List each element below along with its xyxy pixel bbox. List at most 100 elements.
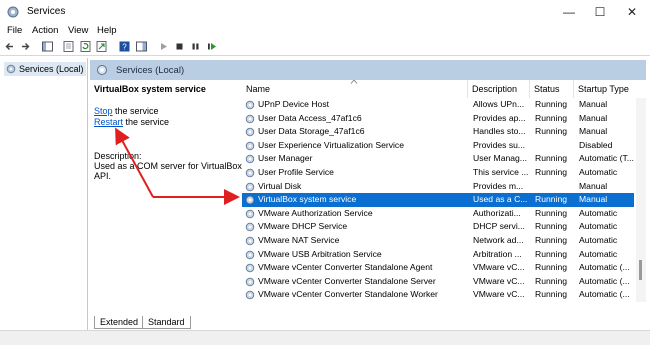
cell-startup: Manual — [579, 112, 608, 123]
cell-startup: Manual — [579, 194, 608, 205]
menu-action[interactable]: Action — [32, 25, 58, 36]
services-app-icon — [7, 6, 19, 18]
gear-icon — [245, 195, 255, 205]
tree-item-services-local[interactable]: Services (Local) — [4, 62, 86, 76]
column-header-status[interactable]: Status — [530, 80, 574, 98]
stop-service-link[interactable]: Stop — [94, 106, 113, 116]
description-text-line1: Used as a COM server for VirtualBox — [94, 161, 242, 171]
cell-status — [535, 180, 573, 194]
back-icon[interactable] — [4, 41, 15, 52]
cell-startup: Automatic — [579, 248, 618, 259]
selected-service-name: VirtualBox system service — [94, 84, 206, 94]
menu-view[interactable]: View — [68, 25, 88, 36]
table-row[interactable]: User Experience Virtualization Service Pr… — [242, 139, 634, 153]
tab-standard[interactable]: Standard — [142, 316, 191, 329]
cell-status: Running — [535, 167, 568, 177]
status-bar — [0, 330, 650, 345]
action-pane-icon[interactable] — [136, 41, 147, 52]
cell-description: Allows UPn... — [473, 99, 525, 109]
menu-file[interactable]: File — [7, 25, 22, 36]
cell-status: Running — [535, 153, 568, 164]
services-list: Name Description Status Startup Type UPn… — [242, 80, 646, 302]
cell-status: Running — [535, 207, 568, 218]
services-panel: Services (Local) VirtualBox system servi… — [90, 58, 646, 328]
console-tree: Services (Local) — [0, 58, 88, 345]
pause-service-icon[interactable] — [190, 41, 201, 52]
gear-icon — [6, 64, 16, 74]
cell-name: User Profile Service — [258, 167, 334, 177]
title-bar: Services — ☐ ✕ — [0, 0, 650, 24]
svg-text:?: ? — [122, 43, 127, 52]
table-row[interactable]: UPnP Device Host Allows UPn... Running Manu… — [242, 98, 634, 112]
window-title: Services — [27, 6, 66, 17]
close-button[interactable]: ✕ — [618, 2, 646, 22]
table-row[interactable]: VMware USB Arbitration Service Arbitratio… — [242, 248, 634, 262]
cell-status: Running — [535, 262, 568, 273]
table-row[interactable]: User Manager User Manag... Running Automati… — [242, 152, 634, 166]
properties-sheet-icon[interactable] — [63, 41, 74, 52]
cell-name: VMware Authorization Service — [258, 207, 373, 218]
table-row[interactable]: User Data Access_47af1c6 Provides ap... Ru… — [242, 112, 634, 126]
start-service-icon[interactable] — [158, 41, 169, 52]
table-row[interactable]: VMware DHCP Service DHCP servi... Running A… — [242, 220, 634, 234]
tree-item-label: Services (Local) — [19, 64, 84, 74]
column-header-name[interactable]: Name — [242, 80, 468, 98]
table-row[interactable]: User Data Storage_47af1c6 Handles sto... R… — [242, 125, 634, 139]
cell-startup: Automatic (... — [579, 262, 630, 273]
cell-description: Provides su... — [473, 139, 526, 150]
gear-icon — [245, 141, 255, 151]
export-list-icon[interactable] — [96, 41, 107, 52]
refresh-icon[interactable] — [80, 41, 91, 52]
console-tree-icon[interactable] — [42, 41, 53, 52]
column-header-startup-type[interactable]: Startup Type — [574, 80, 636, 98]
minimize-button[interactable]: — — [555, 2, 583, 22]
vertical-scrollbar[interactable] — [636, 98, 646, 302]
tab-extended[interactable]: Extended — [94, 316, 145, 329]
cell-startup: Automatic (T... — [579, 153, 634, 164]
cell-startup: Automatic — [579, 167, 618, 177]
cell-startup: Manual — [579, 180, 608, 191]
table-row[interactable]: User Profile Service This service ... Runn… — [242, 166, 634, 180]
view-tabs: Extended Standard — [90, 316, 650, 330]
gear-icon — [245, 182, 255, 191]
gear-icon — [245, 236, 255, 246]
help-icon[interactable]: ? — [119, 41, 130, 52]
cell-description: Provides ap... — [473, 112, 526, 123]
cell-description: Arbitration ... — [473, 248, 522, 259]
cell-status — [535, 139, 573, 153]
menu-bar: File Action View Help — [0, 24, 650, 38]
stop-service-icon[interactable] — [174, 41, 185, 52]
forward-icon[interactable] — [20, 41, 31, 52]
gear-icon — [245, 291, 255, 300]
table-row[interactable]: VirtualBox system service Used as a C... R… — [242, 193, 634, 207]
cell-startup: Manual — [579, 126, 608, 137]
gear-icon — [97, 65, 107, 75]
table-row[interactable]: VMware NAT Service Network ad... Running Au… — [242, 234, 634, 248]
cell-name: VMware vCenter Converter Standalone Work… — [258, 289, 438, 300]
description-label: Description: — [94, 151, 142, 161]
description-text-line2: API. — [94, 171, 112, 181]
panel-title: Services (Local) — [116, 65, 185, 76]
gear-icon — [245, 100, 255, 110]
restart-service-link[interactable]: Restart — [94, 117, 123, 127]
cell-description: DHCP servi... — [473, 221, 525, 232]
cell-name: VMware NAT Service — [258, 235, 340, 245]
cell-status: Running — [535, 235, 568, 245]
restart-service-icon[interactable] — [206, 41, 217, 52]
table-row[interactable]: VMware vCenter Converter Standalone Agen… — [242, 261, 634, 275]
cell-description: Authorizati... — [473, 207, 521, 218]
table-row[interactable]: VMware Authorization Service Authorizati.… — [242, 207, 634, 221]
cell-name: User Data Storage_47af1c6 — [258, 126, 365, 137]
table-row[interactable]: VMware vCenter Converter Standalone Work… — [242, 288, 634, 302]
gear-icon — [245, 114, 255, 123]
cell-name: User Experience Virtualization Service — [258, 139, 405, 150]
menu-help[interactable]: Help — [97, 25, 117, 36]
cell-status: Running — [535, 112, 568, 123]
cell-description: VMware vC... — [473, 289, 525, 300]
scrollbar-thumb[interactable] — [639, 260, 642, 280]
maximize-button[interactable]: ☐ — [586, 2, 614, 22]
column-header-description[interactable]: Description — [468, 80, 530, 98]
table-row[interactable]: VMware vCenter Converter Standalone Serv… — [242, 275, 634, 289]
table-row[interactable]: Virtual Disk Provides m... Manual — [242, 180, 634, 194]
cell-name: VMware vCenter Converter Standalone Agen… — [258, 262, 433, 273]
